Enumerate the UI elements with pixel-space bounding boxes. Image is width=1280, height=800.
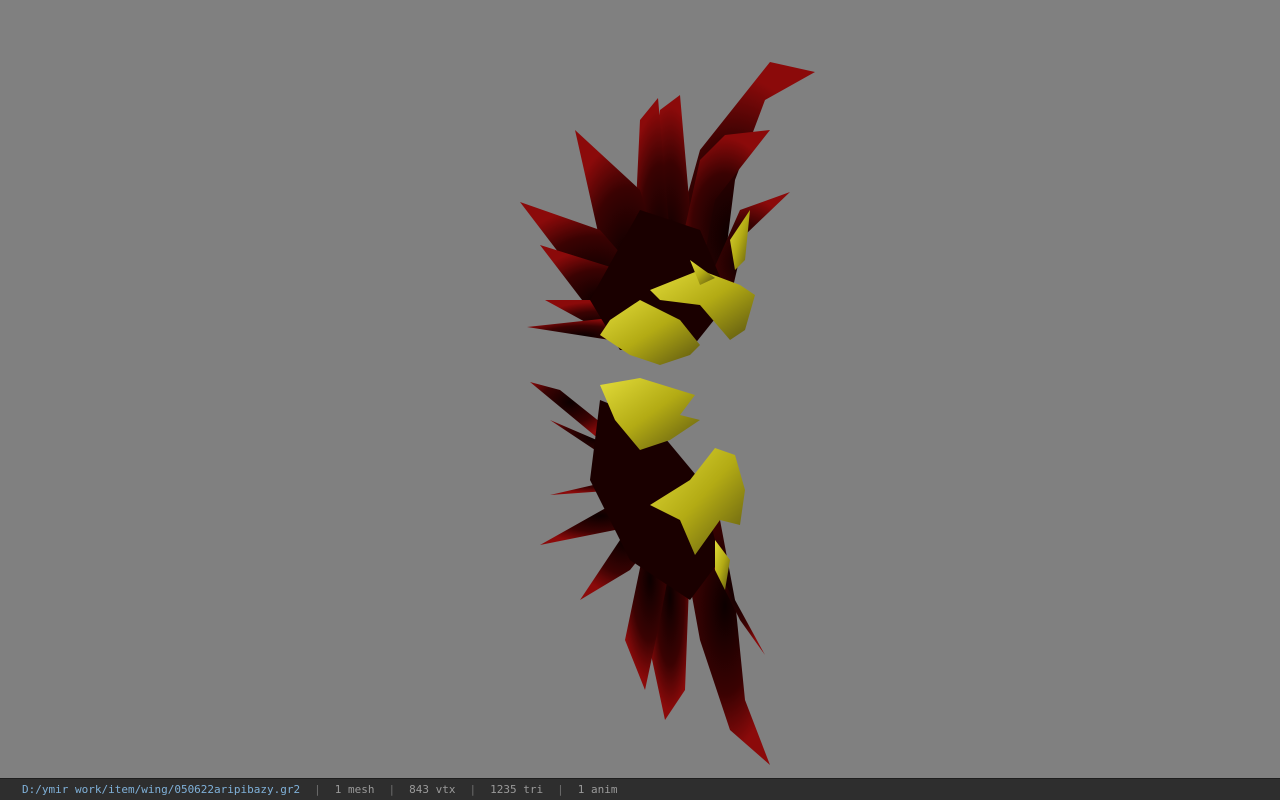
mesh-count-label: 1 mesh — [334, 783, 375, 796]
vertex-count-label: 843 vtx — [409, 783, 456, 796]
3d-viewport[interactable] — [0, 0, 1280, 778]
triangle-count-label: 1235 tri — [490, 783, 544, 796]
status-bar: D:/ymir work/item/wing/050622aripibazy.g… — [0, 778, 1280, 800]
anim-count-label: 1 anim — [577, 783, 618, 796]
separator: | — [557, 783, 564, 796]
separator: | — [314, 783, 321, 796]
wing-model — [520, 62, 815, 765]
separator: | — [469, 783, 477, 796]
file-path-label: D:/ymir work/item/wing/050622aripibazy.g… — [22, 783, 301, 796]
separator: | — [388, 783, 396, 796]
upper-wing — [520, 62, 815, 365]
lower-wing — [530, 378, 770, 765]
